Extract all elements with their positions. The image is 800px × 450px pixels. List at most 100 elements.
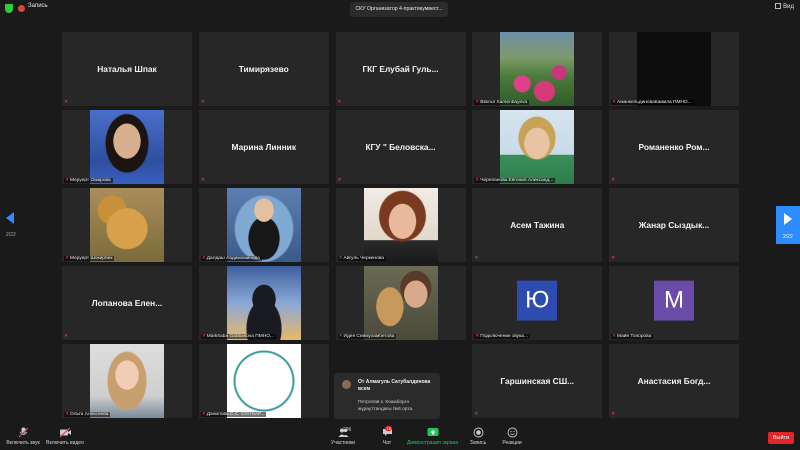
avatar: М bbox=[654, 280, 694, 321]
page-indicator-right: 2/22 bbox=[783, 234, 793, 240]
participant-video bbox=[500, 32, 575, 106]
prev-page-button[interactable]: 2/22 bbox=[0, 206, 22, 242]
participant-caption: ✕Айгуль Черкенова bbox=[337, 256, 386, 261]
mic-muted-icon: ✕ bbox=[201, 256, 206, 261]
participant-video bbox=[226, 344, 301, 418]
mic-muted-icon: ✕ bbox=[338, 334, 343, 339]
mic-muted-icon: ✕ bbox=[65, 412, 70, 417]
participant-tile[interactable]: Анастасия Богд... ✕ bbox=[609, 344, 739, 418]
participant-caption: ✕Подключение звука... bbox=[474, 334, 530, 339]
participant-video bbox=[500, 110, 575, 184]
participants-button[interactable]: 296 Участники bbox=[329, 427, 357, 446]
participant-name: Лопанова Елен... bbox=[91, 298, 163, 308]
participant-caption: ✕Данилова С.С. СУН КАР... bbox=[200, 412, 267, 417]
start-video-button[interactable]: Включить видео bbox=[44, 427, 86, 446]
participant-video bbox=[90, 188, 164, 262]
reactions-button[interactable]: Реакции bbox=[499, 427, 525, 446]
participant-tile[interactable]: ✕Ольга Алексеева bbox=[62, 344, 192, 418]
participant-name: Гаршинская СШ... bbox=[500, 376, 575, 386]
participant-caption: ✕Далдаш Абдимоминова bbox=[200, 256, 262, 261]
participant-tile[interactable]: ✕Черепанова Евгения Александ... bbox=[472, 110, 603, 184]
participant-tile[interactable]: Тимирязево ✕ bbox=[198, 32, 329, 106]
chat-icon-wrap: 78 bbox=[378, 426, 396, 438]
participant-tile[interactable]: Ю ✕Подключение звука... bbox=[472, 266, 603, 340]
share-screen-icon bbox=[427, 428, 438, 436]
participant-tile[interactable]: ✕Айгуль Черкенова bbox=[335, 188, 466, 262]
participants-icon: 296 bbox=[329, 427, 357, 438]
participant-name: ГКГ Елубай Гуль... bbox=[362, 64, 439, 74]
participant-tile[interactable]: Жанар Сыздык... ✕ bbox=[609, 188, 739, 262]
participant-tile[interactable]: ✕АманкельдиноваКамила ПМНО... bbox=[609, 32, 739, 106]
participant-name: Жанар Сыздык... bbox=[638, 220, 710, 230]
participant-caption-text: Данилова С.С. СУН КАР... bbox=[206, 412, 265, 417]
unmute-button[interactable]: Включить звук bbox=[4, 427, 42, 446]
shield-icon[interactable] bbox=[5, 4, 13, 13]
participant-video bbox=[363, 188, 438, 262]
participant-caption: ✕Ольга Алексеева bbox=[64, 412, 111, 417]
leave-meeting-button[interactable]: Выйти bbox=[768, 432, 794, 444]
participant-tile[interactable]: Гаршинская СШ... ✕ bbox=[472, 344, 603, 418]
avatar: Ю bbox=[517, 280, 558, 321]
participant-tile[interactable]: ✕Идея Сеймухамбетова bbox=[335, 266, 466, 340]
chat-message: Петропав к. Кожабергн жұрауттандағы №6 о… bbox=[358, 400, 414, 412]
participant-tile[interactable]: Асем Тажина ✕ bbox=[472, 188, 603, 262]
record-icon bbox=[473, 427, 483, 438]
mic-muted-icon: ✕ bbox=[612, 100, 617, 105]
participant-caption-text: АманкельдиноваКамила ПМНО... bbox=[617, 100, 692, 105]
record-button[interactable]: Запись bbox=[466, 427, 490, 446]
mic-muted-icon bbox=[18, 427, 28, 438]
share-screen-label: Демонстрация экрана bbox=[406, 440, 459, 446]
start-video-label: Включить видео bbox=[46, 440, 84, 446]
participant-grid: Наталья Шпак ✕ Тимирязево ✕ ГКГ Елубай Гуль.… bbox=[62, 32, 739, 420]
mic-muted-icon: ✕ bbox=[337, 177, 342, 183]
participant-video bbox=[226, 188, 301, 262]
view-label: Вид bbox=[783, 4, 794, 10]
participant-tile[interactable]: КГУ " Беловска... ✕ bbox=[335, 110, 466, 184]
participant-name: Марина Линник bbox=[231, 142, 297, 152]
mic-muted-icon: ✕ bbox=[64, 99, 69, 105]
participant-caption: ✕Майя Топорова bbox=[611, 334, 654, 339]
share-screen-button[interactable]: Демонстрация экрана bbox=[405, 427, 460, 446]
participants-count: 296 bbox=[343, 427, 352, 433]
participants-label: Участники bbox=[331, 440, 355, 446]
participant-tile[interactable]: ✕Bibinur Sarsenbayeva bbox=[472, 32, 603, 106]
meeting-toolbar: Включить звук Включить видео 296 Участни… bbox=[0, 424, 800, 450]
meeting-title[interactable]: СКУ Организатор 4-практикумвест... bbox=[350, 2, 448, 17]
participant-tile[interactable]: Романенко Ром... ✕ bbox=[609, 110, 739, 184]
next-page-button[interactable]: 2/22 bbox=[776, 206, 800, 244]
participant-name: Наталья Шпак bbox=[97, 64, 157, 74]
participant-tile[interactable]: ✕Меруерт Шокирбек bbox=[62, 188, 192, 262]
chat-notification[interactable]: От Алмагуль Сатубалдинова всем Петропав … bbox=[334, 373, 440, 419]
chevron-right-icon bbox=[784, 213, 792, 225]
participant-caption: ✕АманкельдиноваКамила ПМНО... bbox=[611, 100, 694, 105]
view-button[interactable]: Вид bbox=[775, 3, 794, 10]
participant-tile[interactable]: ✕Markhaba Gabbasova ПМНО... bbox=[198, 266, 329, 340]
participant-video bbox=[226, 266, 301, 340]
participant-tile[interactable]: ✕Данилова С.С. СУН КАР... bbox=[198, 344, 329, 418]
participant-tile[interactable]: ✕Меруерт Омарова bbox=[62, 110, 192, 184]
participant-tile[interactable]: М ✕Майя Топорова bbox=[609, 266, 739, 340]
participant-video bbox=[363, 266, 438, 340]
video-off-icon bbox=[59, 427, 71, 438]
participant-tile[interactable]: Наталья Шпак ✕ bbox=[62, 32, 192, 106]
participant-caption: ✕Меруерт Омарова bbox=[64, 178, 113, 183]
participant-tile[interactable]: ✕Далдаш Абдимоминова bbox=[198, 188, 329, 262]
participant-tile[interactable]: Марина Линник ✕ bbox=[198, 110, 329, 184]
mic-muted-icon: ✕ bbox=[474, 411, 479, 417]
participant-caption: ✕Идея Сеймухамбетова bbox=[337, 334, 397, 339]
participant-name: КГУ " Беловска... bbox=[365, 142, 436, 152]
participant-caption-text: Черепанова Евгения Александ... bbox=[480, 178, 554, 183]
participant-tile[interactable]: Лопанова Елен... ✕ bbox=[62, 266, 192, 340]
mic-muted-icon: ✕ bbox=[200, 177, 205, 183]
mic-muted-icon: ✕ bbox=[201, 334, 206, 339]
top-bar: Запись СКУ Организатор 4-практикумвест..… bbox=[0, 0, 800, 18]
smiley-icon bbox=[507, 427, 517, 438]
mic-muted-icon: ✕ bbox=[201, 412, 206, 417]
mic-muted-icon: ✕ bbox=[612, 334, 617, 339]
participant-tile[interactable]: ГКГ Елубай Гуль... ✕ bbox=[335, 32, 466, 106]
participant-caption-text: Bibinur Sarsenbayeva bbox=[480, 100, 528, 105]
participant-caption: ✕Черепанова Евгения Александ... bbox=[474, 178, 556, 183]
chat-button[interactable]: 78 Чат bbox=[378, 426, 396, 446]
participant-caption: ✕Меруерт Шокирбек bbox=[64, 256, 115, 261]
participant-caption-text: Подключение звука... bbox=[480, 334, 528, 339]
